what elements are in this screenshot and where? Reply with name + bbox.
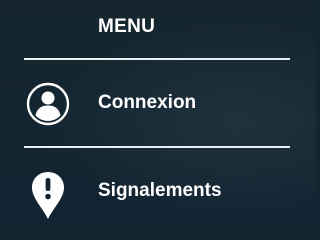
menu-item-label: Connexion (98, 92, 197, 113)
map-pin-alert-icon (26, 170, 70, 219)
menu-divider (24, 58, 290, 60)
side-menu: MENU Connexion Signalements (0, 0, 316, 224)
user-avatar-icon (26, 82, 70, 126)
menu-divider (24, 146, 290, 148)
menu-item-connexion[interactable]: Connexion (0, 73, 316, 133)
menu-item-label: Signalements (98, 180, 222, 201)
menu-title: MENU (98, 16, 156, 37)
menu-item-signalements[interactable]: Signalements (0, 161, 316, 221)
